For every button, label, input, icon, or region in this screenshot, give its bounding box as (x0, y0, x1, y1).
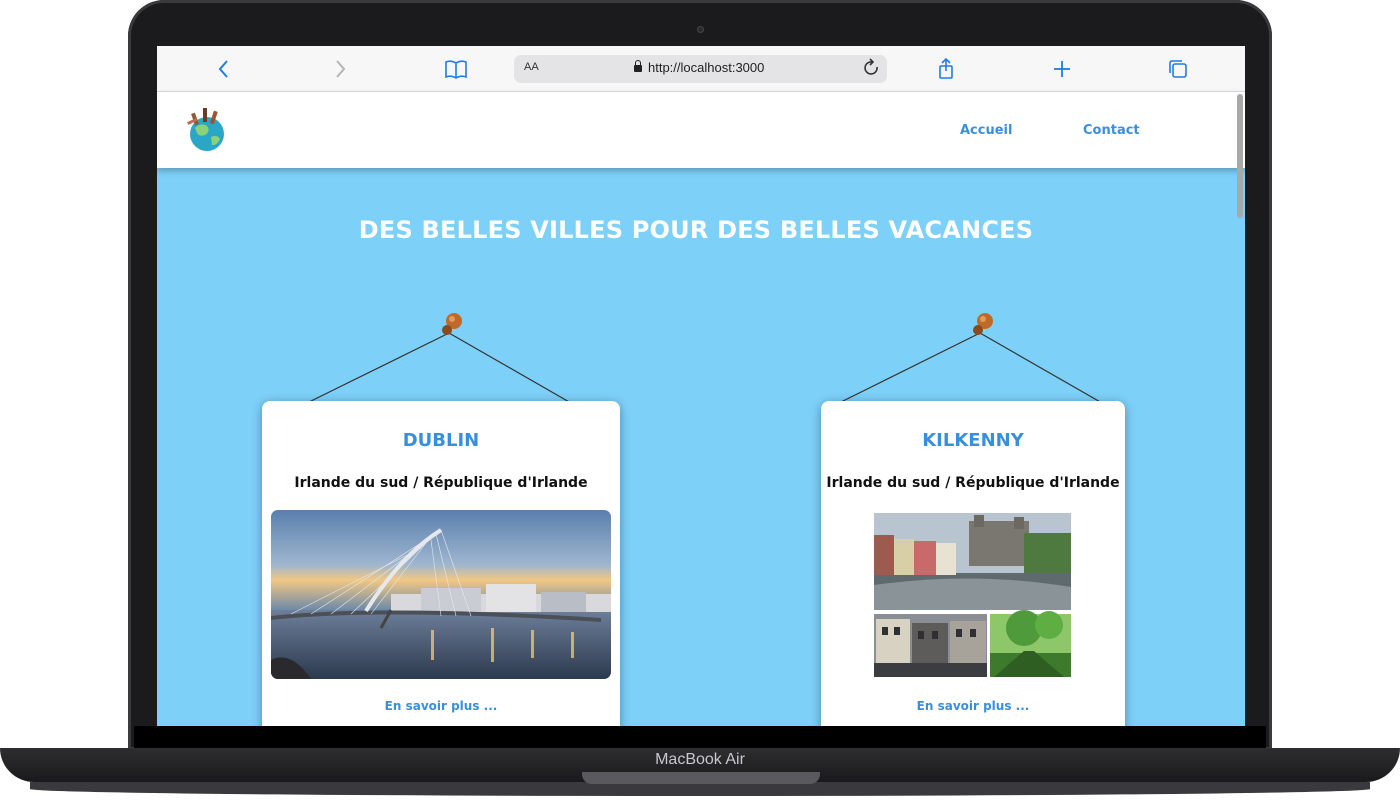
city-card-dublin: DUBLIN Irlande du sud / République d'Irl… (262, 401, 620, 726)
device-label: MacBook Air (655, 751, 745, 768)
hinge-notch (582, 772, 820, 784)
globe-logo-icon[interactable] (181, 104, 231, 154)
learn-more-link-kilkenny[interactable]: En savoir plus ... (821, 699, 1125, 713)
pushpin-icon (973, 313, 993, 335)
screen: AA http://localhost:3000 Accueil Contact… (157, 46, 1245, 726)
card-title: DUBLIN (402, 430, 480, 451)
pushpin-icon (442, 313, 462, 335)
scrollbar-thumb[interactable] (1237, 94, 1243, 218)
nav-contact[interactable]: Contact (1083, 123, 1140, 138)
card-region: Irlande du sud / République d'Irlande (826, 475, 1120, 491)
city-card-kilkenny: KILKENNY Irlande du sud / République d'I… (821, 401, 1125, 726)
dublin-bridge-photo (271, 510, 611, 679)
site-header: Accueil Contact (157, 92, 1245, 168)
laptop-foot (30, 782, 1370, 796)
card-region: Irlande du sud / République d'Irlande (294, 475, 588, 491)
learn-more-link-dublin[interactable]: En savoir plus ... (262, 699, 620, 713)
nav-accueil[interactable]: Accueil (960, 123, 1012, 138)
webcam (697, 26, 704, 33)
kilkenny-collage-photo (874, 513, 1071, 677)
card-title: KILKENNY (922, 430, 1024, 451)
screen-bezel (134, 726, 1266, 748)
